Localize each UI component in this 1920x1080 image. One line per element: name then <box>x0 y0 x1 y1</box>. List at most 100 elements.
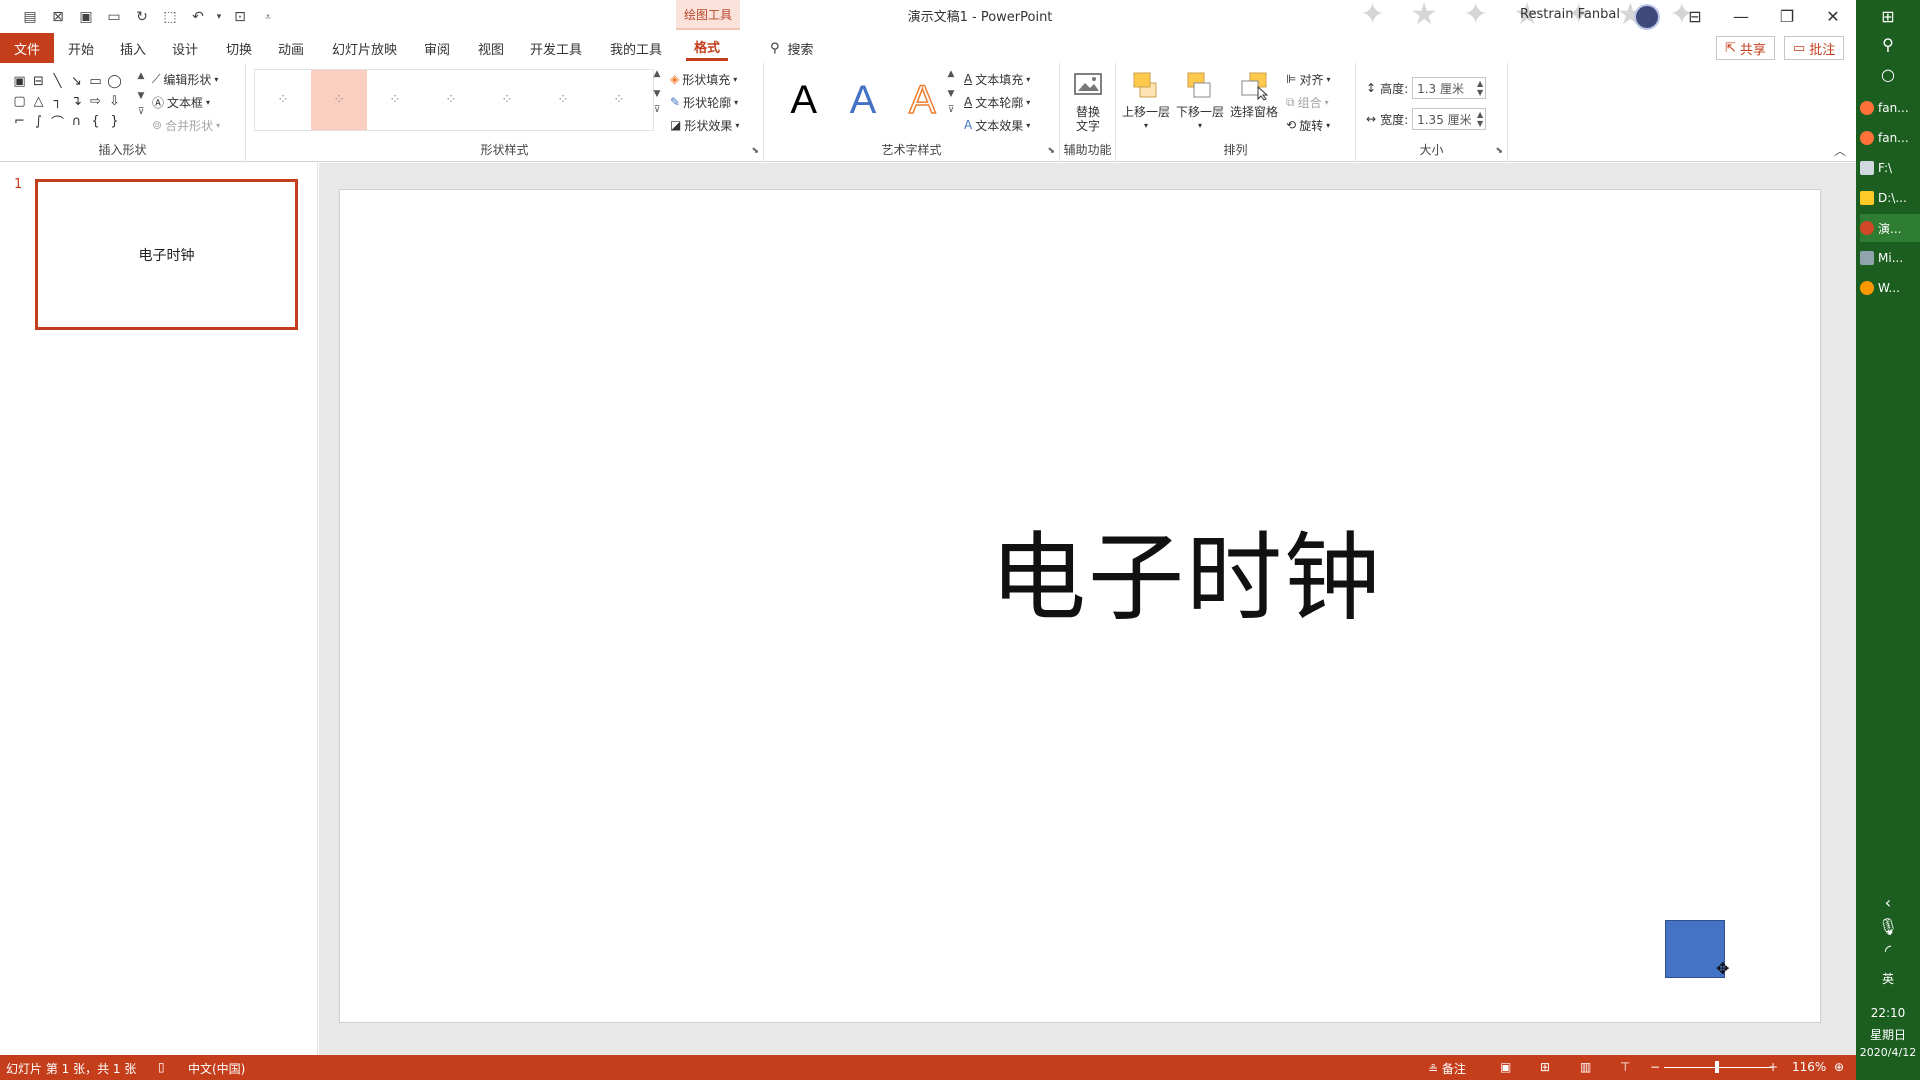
user-name[interactable]: Restrain Fanbal <box>1520 7 1620 22</box>
tab-slideshow[interactable]: 幻灯片放映 <box>324 35 405 61</box>
textbox-shape-icon[interactable]: ▣ <box>10 71 29 91</box>
redo-icon[interactable]: ↻ <box>130 6 154 28</box>
tab-format[interactable]: 格式 <box>686 35 729 61</box>
shape-fill-button[interactable]: ◈ 形状填充 ▾ <box>670 69 737 89</box>
tab-design[interactable]: 设计 <box>164 35 206 61</box>
collapse-ribbon-icon[interactable]: ︿ <box>1834 142 1846 159</box>
rectangle-shape-icon[interactable]: ▭ <box>86 71 105 91</box>
notes-button[interactable]: ≗ 备注 <box>1428 1060 1466 1077</box>
width-input[interactable]: 1.35 厘米 ▲ ▼ <box>1412 108 1487 130</box>
tab-transitions[interactable]: 切换 <box>218 35 260 61</box>
shape-style-4[interactable]: ⁘ <box>423 70 479 130</box>
arc-shape-icon[interactable]: ⌒ <box>48 111 67 131</box>
taskbar-app-powerpoint[interactable]: 演... <box>1860 214 1920 242</box>
shape-style-5[interactable]: ⁘ <box>479 70 535 130</box>
language-status[interactable]: 中文(中国) <box>188 1060 245 1077</box>
height-input[interactable]: 1.3 厘米 ▲ ▼ <box>1412 77 1487 99</box>
wordart-style-orange-outline[interactable]: A <box>908 79 936 121</box>
network-icon[interactable]: ◜ <box>1856 936 1920 964</box>
wordart-style-blue[interactable]: A <box>850 80 877 120</box>
layout-icon[interactable]: ⊠ <box>46 6 70 28</box>
comments-button[interactable]: ▭ 批注 <box>1784 36 1845 60</box>
shape-styles-launcher-icon[interactable]: ⬊ <box>751 146 759 156</box>
windows-start-icon[interactable]: ⊞ <box>1856 2 1920 30</box>
gallery-more-icon[interactable]: ⊽ <box>138 107 145 117</box>
format-painter-icon[interactable]: ▣ <box>74 6 98 28</box>
slideshow-icon[interactable]: ⊤ <box>1620 1060 1630 1074</box>
merge-shapes-button[interactable]: ⊚ 合并形状 ▾ <box>152 115 220 135</box>
tab-animations[interactable]: 动画 <box>270 35 312 61</box>
alt-text-button[interactable]: 替换 文字 <box>1062 69 1114 133</box>
freeform-shape-icon[interactable]: ⌐ <box>10 111 29 131</box>
textbox-button[interactable]: Ⓐ 文本框 ▾ <box>152 92 210 112</box>
scribble-shape-icon[interactable]: ∫ <box>29 111 48 131</box>
tab-home[interactable]: 开始 <box>60 35 102 61</box>
start-from-beginning-icon[interactable]: ⊡ <box>228 6 252 28</box>
width-spinner-icon[interactable]: ▲ ▼ <box>1477 110 1483 128</box>
rotate-button[interactable]: ⟲ 旋转 ▾ <box>1286 115 1330 135</box>
wordart-launcher-icon[interactable]: ⬊ <box>1047 146 1055 156</box>
search-icon[interactable]: ⚲ <box>1856 30 1920 58</box>
shapes-gallery[interactable]: ▣ ⊟ ╲ ↘ ▭ ◯ ▢ △ ┐ ↴ ⇨ ⇩ ⌐ ∫ ⌒ ∩ { } <box>10 71 132 131</box>
fit-slide-icon[interactable]: ⊕ <box>1834 1060 1844 1074</box>
wordart-style-black[interactable]: A <box>790 80 817 120</box>
input-method-indicator[interactable]: 英 <box>1856 964 1920 992</box>
share-button[interactable]: ⇱ 共享 <box>1716 36 1775 60</box>
reading-view-icon[interactable]: ▥ <box>1580 1060 1591 1074</box>
slide[interactable]: 电子时钟 ✥ <box>339 189 1821 1023</box>
text-outline-button[interactable]: A 文本轮廓 ▾ <box>964 92 1030 112</box>
ribbon-display-options-icon[interactable]: ⊟ <box>1672 0 1718 32</box>
scroll-down-icon[interactable]: ▼ <box>654 89 661 99</box>
shape-style-6[interactable]: ⁘ <box>535 70 591 130</box>
taskbar-app-firefox-1[interactable]: fan... <box>1860 94 1920 122</box>
slide-sorter-icon[interactable]: ⊞ <box>1540 1060 1550 1074</box>
send-backward-button[interactable]: 下移一层 ▾ <box>1174 69 1226 133</box>
wordart-scroll[interactable]: ▲ ▼ ⊽ <box>944 69 958 131</box>
restore-icon[interactable]: ❐ <box>1764 0 1810 32</box>
wordart-gallery[interactable]: A A A <box>774 69 952 131</box>
tab-developer[interactable]: 开发工具 <box>522 35 590 61</box>
zoom-level[interactable]: 116% <box>1792 1060 1826 1074</box>
gallery-more-icon[interactable]: ⊽ <box>654 105 661 115</box>
zoom-out-icon[interactable]: − <box>1650 1060 1660 1074</box>
tab-my-tools[interactable]: 我的工具 <box>602 35 670 61</box>
group-objects-button[interactable]: ⧉ 组合 ▾ <box>1286 92 1329 112</box>
customize-qat-icon[interactable]: ⩡ <box>256 6 280 28</box>
tab-review[interactable]: 审阅 <box>416 35 458 61</box>
clock-weekday[interactable]: 星期日 <box>1856 1026 1920 1043</box>
minimize-icon[interactable]: — <box>1718 0 1764 32</box>
shape-style-2[interactable]: ⁘ <box>311 70 367 130</box>
undo-dropdown-icon[interactable]: ▾ <box>214 6 224 28</box>
oval-shape-icon[interactable]: ◯ <box>105 71 124 91</box>
shape-styles-gallery[interactable]: ⁘ ⁘ ⁘ ⁘ ⁘ ⁘ ⁘ <box>254 69 654 131</box>
elbow-arrow-shape-icon[interactable]: ↴ <box>67 91 86 111</box>
selection-pane-button[interactable]: 选择窗格 <box>1228 69 1280 119</box>
scroll-down-icon[interactable]: ▼ <box>138 91 145 101</box>
text-effects-button[interactable]: A 文本效果 ▾ <box>964 115 1030 135</box>
select-icon[interactable]: ⬚ <box>158 6 182 28</box>
close-icon[interactable]: ✕ <box>1810 0 1856 32</box>
line-shape-icon[interactable]: ╲ <box>48 71 67 91</box>
slide-title[interactable]: 电子时钟 <box>340 500 1822 639</box>
avatar[interactable] <box>1634 4 1660 30</box>
normal-view-icon[interactable]: ▣ <box>1500 1060 1511 1074</box>
edit-shape-button[interactable]: ⟋ 编辑形状 ▾ <box>152 69 218 89</box>
clock-date[interactable]: 2020/4/12 <box>1856 1046 1920 1059</box>
taskbar-app-drive-f[interactable]: F:\ <box>1860 154 1920 182</box>
shapes-gallery-scroll[interactable]: ▲ ▼ ⊽ <box>134 71 148 131</box>
elbow-connector-shape-icon[interactable]: ┐ <box>48 91 67 111</box>
left-brace-shape-icon[interactable]: { <box>86 111 105 131</box>
scroll-up-icon[interactable]: ▲ <box>948 69 955 79</box>
tab-view[interactable]: 视图 <box>470 35 512 61</box>
present-icon[interactable]: ▭ <box>102 6 126 28</box>
shape-style-1[interactable]: ⁘ <box>255 70 311 130</box>
cortana-icon[interactable]: ○ <box>1856 60 1920 88</box>
scroll-up-icon[interactable]: ▲ <box>138 71 145 81</box>
bring-forward-button[interactable]: 上移一层 ▾ <box>1120 69 1172 133</box>
right-brace-shape-icon[interactable]: } <box>105 111 124 131</box>
text-fill-button[interactable]: A 文本填充 ▾ <box>964 69 1030 89</box>
taskbar-app-mi[interactable]: Mi... <box>1860 244 1920 272</box>
tab-file[interactable]: 文件 <box>0 33 54 63</box>
height-spinner-icon[interactable]: ▲ ▼ <box>1477 79 1483 97</box>
taskbar-app-folder-d[interactable]: D:\... <box>1860 184 1920 212</box>
